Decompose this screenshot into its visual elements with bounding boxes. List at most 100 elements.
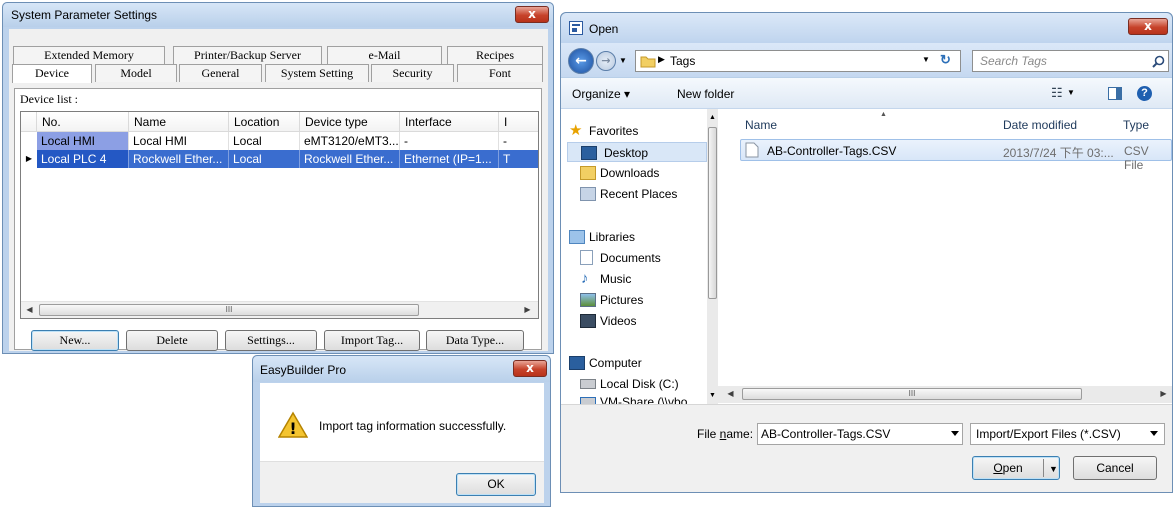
file-name-combobox[interactable]: AB-Controller-Tags.CSV [757, 423, 963, 445]
close-button[interactable]: x [515, 6, 549, 23]
tab-printer-backup-server[interactable]: Printer/Backup Server [173, 46, 322, 64]
import-tag-button[interactable]: Import Tag... [324, 330, 420, 351]
tab-extended-memory[interactable]: Extended Memory [13, 46, 165, 64]
scroll-thumb[interactable]: III [742, 388, 1082, 400]
table-row-selected[interactable]: ▶ Local PLC 4 Rockwell Ether... Local Ro… [21, 150, 538, 168]
column-header-no[interactable]: No. [37, 112, 129, 132]
view-options-chevron-down-icon[interactable]: ▼ [1067, 88, 1075, 97]
scroll-thumb[interactable]: III [39, 304, 419, 316]
help-icon[interactable]: ? [1137, 86, 1152, 101]
tab-font[interactable]: Font [457, 64, 543, 82]
file-list-horizontal-scrollbar[interactable]: ◀ III ▶ [718, 386, 1172, 403]
file-name-dropdown-icon[interactable] [951, 431, 959, 436]
horizontal-scrollbar[interactable]: ◀ III ▶ [21, 301, 538, 318]
search-placeholder: Search Tags [980, 54, 1047, 68]
new-folder-button[interactable]: New folder [677, 87, 734, 101]
title-bar[interactable]: Open x [561, 13, 1172, 43]
scroll-left-icon[interactable]: ◀ [21, 302, 38, 318]
recent-locations-chevron-down-icon[interactable]: ▼ [619, 56, 627, 65]
device-tab-panel: Device list : No. Name Location Device t… [14, 88, 542, 351]
nav-favorites[interactable]: ★ Favorites [569, 121, 638, 141]
cancel-button[interactable]: Cancel [1073, 456, 1157, 480]
column-header-interface[interactable]: Interface [400, 112, 499, 132]
column-header-extra[interactable]: I [499, 112, 538, 132]
breadcrumb-separator-icon[interactable]: ▶ [658, 54, 665, 65]
address-dropdown-icon[interactable]: ▼ [922, 55, 930, 64]
view-options-icon[interactable]: ☷ [1051, 85, 1063, 101]
close-button[interactable]: x [513, 360, 547, 377]
column-header-date-modified[interactable]: Date modified [1003, 118, 1077, 132]
nav-local-disk[interactable]: Local Disk (C:) [580, 374, 679, 394]
breadcrumb[interactable]: Tags [670, 54, 695, 68]
file-type-filter[interactable]: Import/Export Files (*.CSV) [970, 423, 1165, 445]
search-icon[interactable] [1152, 55, 1165, 68]
new-button[interactable]: New... [31, 330, 119, 351]
nav-videos[interactable]: Videos [580, 311, 636, 331]
tab-security[interactable]: Security [371, 64, 454, 82]
tab-system-setting[interactable]: System Setting [265, 64, 369, 82]
settings-button[interactable]: Settings... [225, 330, 317, 351]
scroll-down-icon[interactable]: ▼ [709, 392, 716, 399]
scroll-left-icon[interactable]: ◀ [722, 386, 739, 402]
file-type-dropdown-icon[interactable] [1150, 431, 1158, 436]
open-button-label: Open [993, 461, 1023, 475]
cell-location: Local [229, 150, 300, 168]
nav-recent-places[interactable]: Recent Places [580, 184, 677, 204]
desktop-icon [581, 146, 597, 160]
tab-model[interactable]: Model [95, 64, 177, 82]
nav-music[interactable]: ♪ Music [580, 269, 631, 289]
tab-general[interactable]: General [179, 64, 262, 82]
nav-desktop[interactable]: Desktop [567, 142, 707, 162]
column-header-name[interactable]: Name [129, 112, 229, 132]
file-name: AB-Controller-Tags.CSV [767, 144, 897, 158]
nav-computer[interactable]: Computer [569, 353, 642, 373]
table-row[interactable]: Local HMI Local HMI Local eMT3120/eMT3..… [21, 132, 538, 150]
title-bar[interactable]: System Parameter Settings x [3, 3, 553, 27]
refresh-icon[interactable]: ↻ [940, 52, 951, 68]
cell-name: Rockwell Ether... [129, 150, 229, 168]
open-options-chevron-down-icon[interactable]: ▼ [1049, 458, 1058, 480]
cell-interface: - [400, 132, 499, 150]
search-input[interactable]: Search Tags [972, 50, 1169, 72]
nav-libraries[interactable]: Libraries [569, 227, 635, 247]
forward-arrow-icon[interactable]: → [596, 51, 616, 71]
nav-documents[interactable]: Documents [580, 248, 661, 268]
tab-recipes[interactable]: Recipes [447, 46, 543, 64]
address-bar[interactable]: ▶ Tags ▼ ↻ [635, 50, 961, 72]
title-bar[interactable]: EasyBuilder Pro x [253, 356, 550, 382]
scroll-right-icon[interactable]: ▶ [1155, 386, 1172, 402]
nav-pictures[interactable]: Pictures [580, 290, 643, 310]
file-name-value[interactable]: AB-Controller-Tags.CSV [761, 427, 890, 441]
delete-button[interactable]: Delete [126, 330, 218, 351]
tab-device[interactable]: Device [12, 64, 92, 83]
preview-pane-icon[interactable] [1108, 87, 1122, 100]
system-parameter-settings-window: System Parameter Settings x Extended Mem… [2, 2, 554, 354]
scroll-thumb[interactable] [708, 127, 717, 299]
scroll-up-icon[interactable]: ▲ [709, 114, 716, 121]
libraries-icon [569, 230, 585, 244]
nav-downloads[interactable]: Downloads [580, 163, 659, 183]
data-type-button[interactable]: Data Type... [426, 330, 524, 351]
cell-no: Local PLC 4 [37, 150, 129, 168]
open-button[interactable]: Open ▼ [972, 456, 1060, 480]
column-header-device-type[interactable]: Device type [300, 112, 400, 132]
file-list[interactable]: Name ▲ Date modified Type AB-Controller-… [718, 109, 1172, 404]
device-grid[interactable]: No. Name Location Device type Interface … [20, 111, 539, 319]
close-button[interactable]: x [1128, 18, 1168, 35]
column-header-name[interactable]: Name [745, 118, 777, 132]
window-title: System Parameter Settings [11, 8, 158, 22]
ok-button[interactable]: OK [456, 473, 536, 496]
cell-device-type: eMT3120/eMT3... [300, 132, 400, 150]
tab-email[interactable]: e-Mail [327, 46, 442, 64]
dialog-client: ! Import tag information successfully. O… [260, 383, 544, 503]
back-arrow-icon[interactable]: ← [568, 48, 594, 74]
dialog-title: Open [589, 22, 619, 36]
music-icon: ♪ [581, 270, 589, 287]
file-row-selected[interactable]: AB-Controller-Tags.CSV 2013/7/24 下午 03:.… [740, 139, 1172, 172]
column-header-type[interactable]: Type [1123, 118, 1149, 132]
cell-extra: T [499, 150, 538, 168]
organize-menu[interactable]: Organize ▾ [572, 87, 630, 101]
column-header-location[interactable]: Location [229, 112, 300, 132]
nav-vertical-scrollbar[interactable]: ▲ ▼ [707, 109, 718, 404]
scroll-right-icon[interactable]: ▶ [519, 302, 536, 318]
